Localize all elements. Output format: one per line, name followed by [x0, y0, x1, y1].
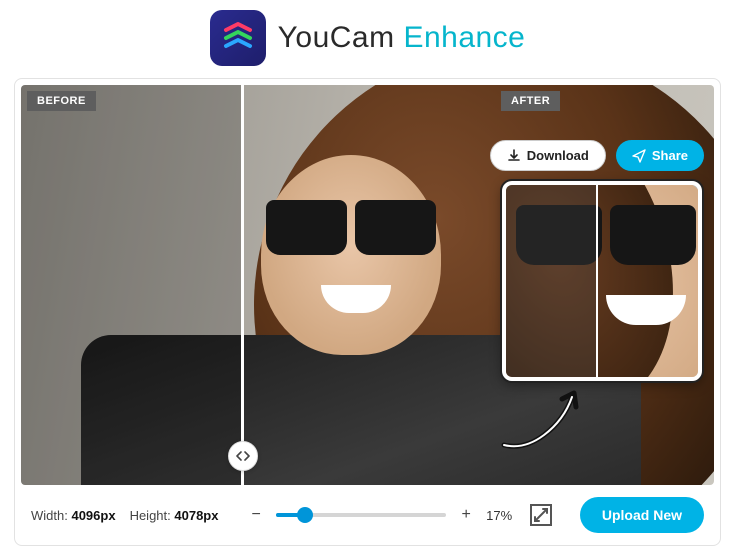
left-right-arrows-icon: [236, 450, 250, 462]
zoom-controls: − + 17%: [232, 504, 565, 526]
brand-header: YouCam Enhance: [0, 0, 735, 78]
brand-name-part2: Enhance: [403, 21, 525, 54]
paper-plane-icon: [632, 149, 646, 163]
brand-name: YouCam Enhance: [278, 21, 526, 55]
zoom-in-button[interactable]: +: [456, 505, 476, 525]
editor-panel: BEFORE AFTER Download Share: [14, 78, 721, 546]
compare-slider-handle[interactable]: [228, 441, 258, 471]
zoom-slider-thumb[interactable]: [297, 507, 313, 523]
height-readout: Height: 4078px: [130, 508, 219, 523]
canvas-actions: Download Share: [490, 140, 704, 171]
compare-divider[interactable]: [241, 85, 244, 485]
upload-new-button[interactable]: Upload New: [580, 497, 704, 533]
download-icon: [507, 149, 521, 163]
zoom-percent: 17%: [486, 508, 520, 523]
share-button[interactable]: Share: [616, 140, 704, 171]
zoom-preview: [502, 181, 702, 381]
callout-arrow-icon: [494, 385, 584, 455]
height-label: Height:: [130, 508, 171, 523]
bottom-toolbar: Width: 4096px Height: 4078px − + 17% Upl…: [21, 485, 714, 539]
width-readout: Width: 4096px: [31, 508, 116, 523]
height-value: 4078px: [174, 508, 218, 523]
app-logo-icon: [210, 10, 266, 66]
zoom-slider[interactable]: [276, 513, 446, 517]
compare-canvas[interactable]: BEFORE AFTER Download Share: [21, 85, 714, 485]
after-badge: AFTER: [501, 91, 560, 111]
brand-name-part1: YouCam: [278, 21, 395, 54]
before-badge: BEFORE: [27, 91, 96, 111]
share-label: Share: [652, 148, 688, 163]
download-button[interactable]: Download: [490, 140, 606, 171]
download-label: Download: [527, 148, 589, 163]
expand-icon: [532, 506, 550, 524]
width-value: 4096px: [71, 508, 115, 523]
width-label: Width:: [31, 508, 68, 523]
zoom-out-button[interactable]: −: [246, 505, 266, 525]
fullscreen-button[interactable]: [530, 504, 552, 526]
